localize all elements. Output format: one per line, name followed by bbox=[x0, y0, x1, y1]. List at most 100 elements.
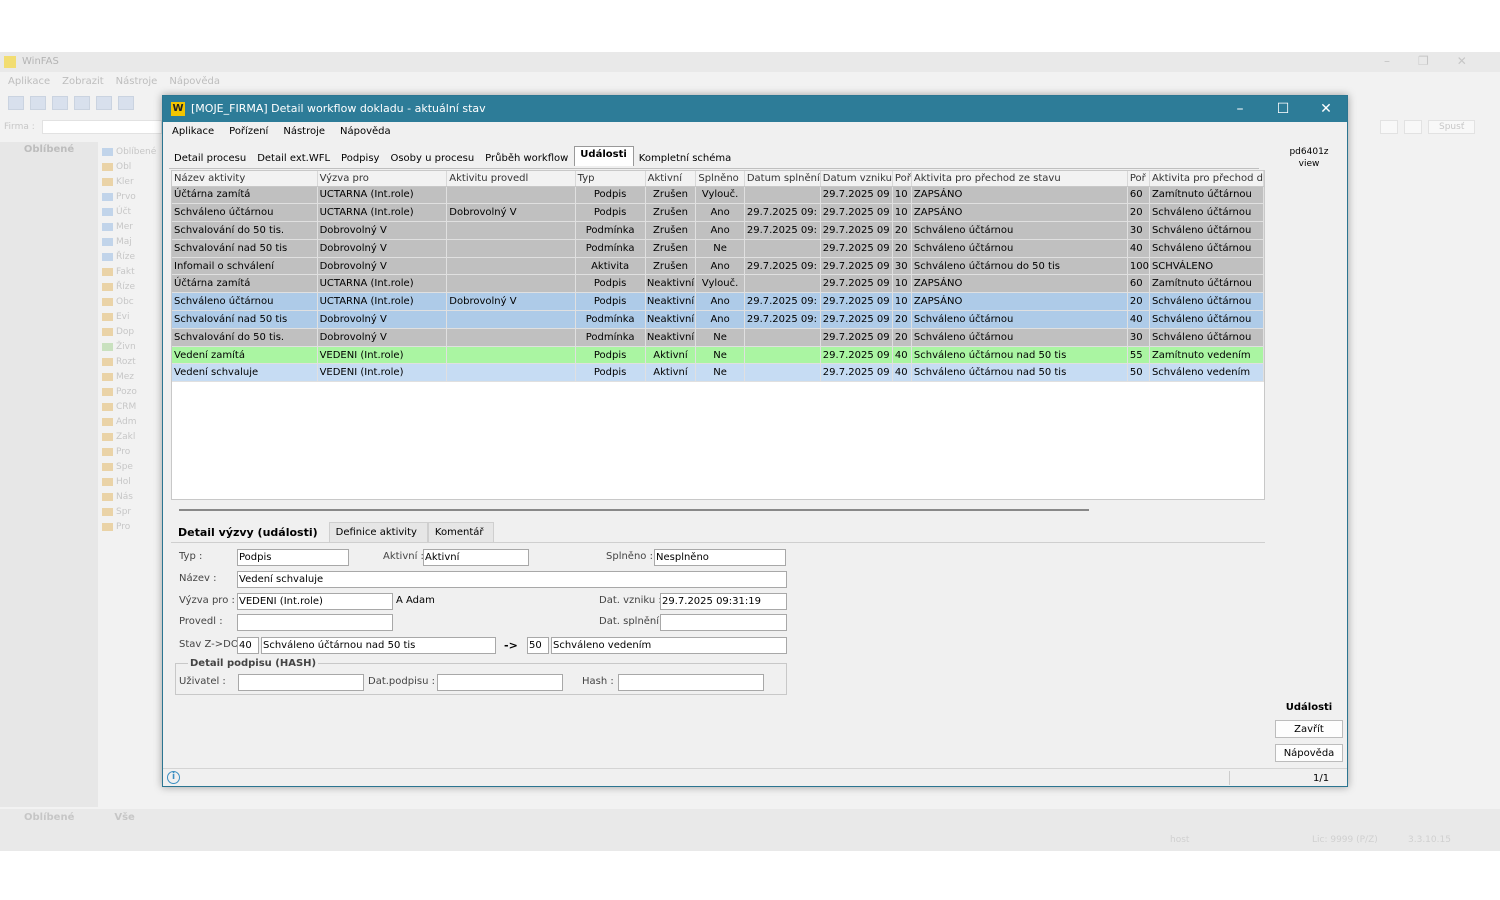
tree-item[interactable]: Říze bbox=[102, 249, 162, 264]
restore-icon[interactable]: ❐ bbox=[1418, 54, 1429, 68]
column-header[interactable]: Datum vzniku bbox=[820, 171, 893, 187]
tree-item[interactable]: CRM bbox=[102, 399, 162, 414]
hash-field[interactable] bbox=[618, 674, 764, 691]
tree-item[interactable]: Pro bbox=[102, 444, 162, 459]
tree-item[interactable]: Účt bbox=[102, 204, 162, 219]
minimize-icon[interactable]: – bbox=[1219, 96, 1261, 122]
stav-from-text-field[interactable]: Schváleno účtárnou nad 50 tis bbox=[261, 637, 496, 654]
minimize-icon[interactable]: – bbox=[1384, 54, 1390, 68]
detail-view-icon[interactable] bbox=[52, 96, 68, 110]
table-row[interactable]: Schváleno účtárnou UCTARNA (Int.role) Dobr… bbox=[172, 292, 1264, 312]
table-row[interactable]: Účtárna zamítá UCTARNA (Int.role) Podpis Ne… bbox=[172, 274, 1264, 294]
column-header[interactable]: Poř bbox=[892, 171, 912, 187]
typ-field[interactable]: Podpis bbox=[237, 549, 349, 566]
tree-item[interactable]: Prvo bbox=[102, 189, 162, 204]
info-icon[interactable]: i bbox=[167, 771, 180, 784]
close-button[interactable]: Zavřít bbox=[1275, 720, 1343, 738]
dat-splneni-field[interactable] bbox=[660, 614, 787, 631]
background-menu-napoveda[interactable]: Nápověda bbox=[169, 76, 220, 87]
column-header[interactable]: Aktivita pro přechod d bbox=[1149, 171, 1264, 187]
stav-from-num-field[interactable]: 40 bbox=[237, 637, 259, 654]
dat-vzniku-field[interactable]: 29.7.2025 09:31:19 bbox=[660, 593, 787, 610]
table-row[interactable]: Schváleno účtárnou UCTARNA (Int.role) Dobr… bbox=[172, 203, 1264, 223]
table-row[interactable]: Schvalování do 50 tis. Dobrovolný V Podmín… bbox=[172, 328, 1264, 347]
aktivni-field[interactable]: Aktivní bbox=[423, 549, 529, 566]
grid-view-icon[interactable] bbox=[8, 96, 24, 110]
menu-porizeni[interactable]: Pořízení bbox=[229, 126, 268, 142]
firma-input[interactable] bbox=[42, 120, 162, 134]
back-icon[interactable] bbox=[74, 96, 90, 110]
tree-item[interactable]: Obc bbox=[102, 294, 162, 309]
tree-item[interactable]: Živn bbox=[102, 339, 162, 354]
bottom-tab-favorites[interactable]: Oblíbené bbox=[24, 812, 74, 823]
table-row[interactable]: Schvalování nad 50 tis Dobrovolný V Podmín… bbox=[172, 239, 1264, 258]
column-header[interactable]: Poř bbox=[1127, 171, 1150, 187]
tree-item[interactable]: Oblíbené bbox=[102, 144, 162, 159]
tree-item[interactable]: Evi bbox=[102, 309, 162, 324]
splneno-field[interactable]: Nesplněno bbox=[654, 549, 786, 566]
bottom-tab-all[interactable]: Vše bbox=[114, 812, 134, 823]
table-row[interactable]: Infomail o schválení Dobrovolný V Aktivita… bbox=[172, 257, 1264, 276]
table-row[interactable]: Schvalování do 50 tis. Dobrovolný V Podmín… bbox=[172, 221, 1264, 240]
close-icon[interactable]: ✕ bbox=[1457, 54, 1467, 68]
background-dropdown[interactable] bbox=[1380, 120, 1398, 134]
column-header[interactable]: Aktivní bbox=[645, 171, 697, 187]
column-header[interactable]: Výzva pro bbox=[317, 171, 448, 187]
tab-kompletni-schema[interactable]: Kompletní schéma bbox=[634, 148, 737, 168]
column-header[interactable]: Datum splnění bbox=[744, 171, 821, 187]
tree-item[interactable]: Nás bbox=[102, 489, 162, 504]
horizontal-scrollbar[interactable] bbox=[179, 509, 1089, 511]
table-row[interactable]: Vedení zamítá VEDENI (Int.role) Podpis Akti… bbox=[172, 346, 1264, 365]
dat-podpisu-field[interactable] bbox=[437, 674, 563, 691]
tree-item[interactable]: Říze bbox=[102, 279, 162, 294]
tab-detail-ext-wfl[interactable]: Detail ext.WFL bbox=[252, 148, 336, 168]
tree-item[interactable]: Rozt bbox=[102, 354, 162, 369]
background-image-icon[interactable] bbox=[1404, 120, 1422, 134]
tab-podpisy[interactable]: Podpisy bbox=[336, 148, 385, 168]
nazev-field[interactable]: Vedení schvaluje bbox=[237, 571, 787, 588]
refresh-icon[interactable] bbox=[118, 96, 134, 110]
list-view-icon[interactable] bbox=[30, 96, 46, 110]
tab-detail-vyzvy[interactable]: Detail výzvy (události) bbox=[171, 522, 329, 542]
background-menu-aplikace[interactable]: Aplikace bbox=[8, 76, 50, 87]
tree-item[interactable]: Kler bbox=[102, 174, 162, 189]
stav-to-num-field[interactable]: 50 bbox=[527, 637, 549, 654]
tab-osoby-u-procesu[interactable]: Osoby u procesu bbox=[385, 148, 480, 168]
tree-item[interactable]: Hol bbox=[102, 474, 162, 489]
close-icon[interactable]: ✕ bbox=[1305, 96, 1347, 122]
menu-aplikace[interactable]: Aplikace bbox=[172, 126, 214, 142]
tab-udalosti[interactable]: Události bbox=[574, 146, 634, 166]
tree-item[interactable]: Mez bbox=[102, 369, 162, 384]
tree-item[interactable]: Maj bbox=[102, 234, 162, 249]
table-row[interactable]: Účtárna zamítá UCTARNA (Int.role) Podpis Zr… bbox=[172, 186, 1264, 205]
tab-detail-procesu[interactable]: Detail procesu bbox=[169, 148, 252, 168]
provedl-field[interactable] bbox=[237, 614, 393, 631]
column-header[interactable]: Typ bbox=[575, 171, 646, 187]
stav-to-text-field[interactable]: Schváleno vedením bbox=[551, 637, 787, 654]
tree-item[interactable]: Zakl bbox=[102, 429, 162, 444]
tree-item[interactable]: Fakt bbox=[102, 264, 162, 279]
column-header[interactable]: Aktivita pro přechod ze stavu bbox=[911, 171, 1128, 187]
tree-item[interactable]: Pro bbox=[102, 519, 162, 534]
copy-icon[interactable] bbox=[96, 96, 112, 110]
menu-napoveda[interactable]: Nápověda bbox=[340, 126, 391, 142]
column-header[interactable]: Splněno bbox=[695, 171, 745, 187]
background-favorites-tab[interactable]: Oblíbené bbox=[0, 144, 98, 160]
tree-item[interactable]: Spr bbox=[102, 504, 162, 519]
table-row[interactable]: Vedení schvaluje VEDENI (Int.role) Podpis A… bbox=[172, 363, 1264, 383]
tree-item[interactable]: Adm bbox=[102, 414, 162, 429]
column-header[interactable]: Aktivitu provedl bbox=[446, 171, 576, 187]
uzivatel-field[interactable] bbox=[238, 674, 364, 691]
background-menu-nastroje[interactable]: Nástroje bbox=[116, 76, 158, 87]
table-row[interactable]: Schvalování nad 50 tis Dobrovolný V Podmín… bbox=[172, 310, 1264, 329]
background-menu-zobrazit[interactable]: Zobrazit bbox=[62, 76, 104, 87]
vyzva-pro-field[interactable]: VEDENI (Int.role) bbox=[237, 593, 393, 610]
tree-item[interactable]: Dop bbox=[102, 324, 162, 339]
tree-item[interactable]: Obl bbox=[102, 159, 162, 174]
tree-item[interactable]: Spe bbox=[102, 459, 162, 474]
tab-komentar[interactable]: Komentář bbox=[427, 522, 495, 542]
maximize-icon[interactable]: ☐ bbox=[1262, 96, 1304, 122]
help-button[interactable]: Nápověda bbox=[1275, 744, 1343, 762]
tree-item[interactable]: Mer bbox=[102, 219, 162, 234]
menu-nastroje[interactable]: Nástroje bbox=[283, 126, 325, 142]
